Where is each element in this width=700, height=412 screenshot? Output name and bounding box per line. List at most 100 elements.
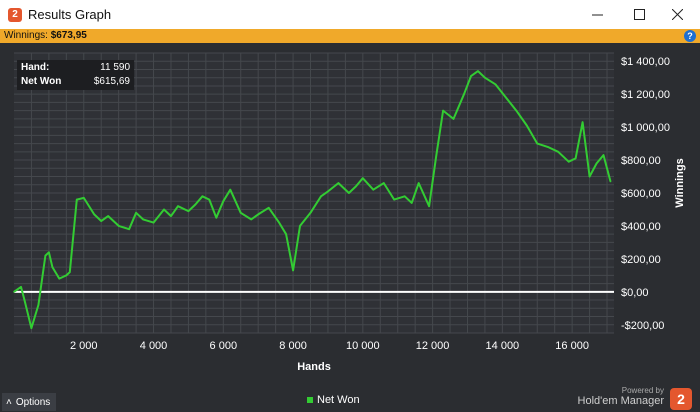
series-point — [536, 142, 539, 145]
series-point — [187, 210, 190, 212]
series-point — [278, 221, 280, 224]
series-point — [320, 195, 322, 198]
window-title: Results Graph — [28, 7, 112, 22]
hover-tooltip: Hand: 11 590 Net Won $615,69 — [17, 60, 134, 90]
options-button[interactable]: ˄ Options — [2, 393, 56, 411]
brand-logo-icon: 2 — [670, 388, 692, 410]
series-point — [463, 93, 465, 95]
series-point — [602, 154, 605, 156]
series-point — [435, 155, 437, 158]
series-point — [595, 162, 598, 165]
results-graph-window: 2 Results Graph Winnings: $673,95 ? 2 00… — [0, 0, 700, 412]
series-point — [30, 327, 33, 329]
series-point — [267, 207, 270, 209]
series-point — [470, 75, 472, 77]
tooltip-hand-value: 11 590 — [100, 62, 130, 73]
series-point — [484, 76, 486, 79]
x-tick-label: 16 000 — [555, 340, 589, 352]
series-point — [525, 124, 528, 127]
title-bar[interactable]: 2 Results Graph — [0, 0, 700, 30]
winnings-bar: Winnings: $673,95 ? — [0, 29, 700, 43]
series-point — [170, 215, 172, 217]
series-point — [410, 202, 413, 204]
series-point — [65, 274, 68, 277]
series-point — [327, 190, 329, 193]
series-point — [428, 205, 430, 207]
tooltip-netwon-value: $615,69 — [93, 76, 130, 87]
results-chart[interactable]: 2 000 4 000 6 000 8 000 10 000 12 000 14 000 16… — [0, 43, 700, 383]
brand-name: Hold'em Manager — [577, 395, 664, 407]
series-point — [152, 221, 155, 224]
series-point — [355, 185, 357, 188]
y-axis-title: Winnings — [674, 158, 686, 207]
x-tick-label: 4 000 — [140, 340, 168, 352]
series-point — [163, 208, 165, 211]
chart-svg: 2 000 4 000 6 000 8 000 10 000 12 000 14 000 16… — [13, 52, 686, 373]
y-tick-label: $0,00 — [621, 287, 649, 299]
series-point — [609, 180, 612, 183]
series-point — [581, 121, 584, 123]
series-point — [229, 188, 232, 191]
series-point — [177, 205, 179, 207]
y-tick-label: $1 200,00 — [621, 89, 670, 101]
x-tick-label: 6 000 — [210, 340, 238, 352]
x-tick-label: 10 000 — [346, 340, 380, 352]
series-point — [58, 277, 61, 280]
series-point — [299, 225, 301, 227]
series-point — [257, 213, 259, 216]
series-point — [567, 160, 570, 163]
y-tick-label: $1 400,00 — [621, 56, 670, 68]
series-point — [23, 299, 26, 301]
series-point — [348, 192, 350, 194]
series-point — [557, 151, 559, 153]
y-tick-label: $200,00 — [621, 254, 661, 266]
series-point — [403, 195, 406, 198]
close-button[interactable] — [654, 0, 700, 29]
close-icon — [671, 9, 683, 20]
series-point — [215, 216, 218, 219]
series-point — [222, 200, 225, 203]
series-point — [135, 211, 137, 214]
series-point — [452, 118, 455, 120]
minimize-button[interactable] — [574, 0, 620, 29]
series-point — [69, 271, 71, 273]
legend-swatch — [307, 397, 313, 403]
series-point — [309, 211, 312, 214]
series-point — [505, 96, 507, 99]
tooltip-hand-label: Hand: — [21, 62, 50, 73]
series-point — [208, 198, 211, 201]
x-tick-label: 14 000 — [486, 340, 520, 352]
series-point — [75, 198, 78, 201]
series-point — [337, 182, 340, 184]
winnings-value: $673,95 — [50, 30, 87, 41]
series-point — [37, 304, 40, 306]
chart-legend[interactable]: Net Won — [307, 394, 360, 406]
series-point — [574, 157, 577, 160]
y-tick-label: $400,00 — [621, 221, 661, 233]
series-point — [515, 109, 518, 112]
y-tick-label: $600,00 — [621, 188, 661, 200]
y-tick-label: -$200,00 — [621, 320, 664, 332]
series-point — [100, 220, 103, 222]
y-tick-label: $800,00 — [621, 155, 661, 167]
chevron-up-icon: ˄ — [6, 396, 12, 408]
series-point — [372, 188, 375, 191]
x-tick-label: 2 000 — [70, 340, 98, 352]
help-icon[interactable]: ? — [684, 30, 696, 42]
series-point — [48, 251, 50, 254]
series-point — [194, 203, 197, 206]
series-point — [82, 197, 85, 199]
series-point — [20, 286, 22, 288]
maximize-icon — [633, 9, 645, 20]
x-axis-title: Hands — [297, 361, 331, 373]
y-tick-label: $1 000,00 — [621, 122, 670, 134]
legend-label: Net Won — [317, 394, 360, 406]
powered-by-text: Powered by — [621, 386, 664, 395]
series-point — [382, 182, 385, 184]
series-point — [51, 266, 54, 268]
series-point — [128, 228, 130, 231]
series-point — [239, 211, 242, 214]
x-tick-label: 8 000 — [279, 340, 307, 352]
series-point — [117, 225, 120, 227]
tooltip-netwon-label: Net Won — [21, 76, 62, 87]
